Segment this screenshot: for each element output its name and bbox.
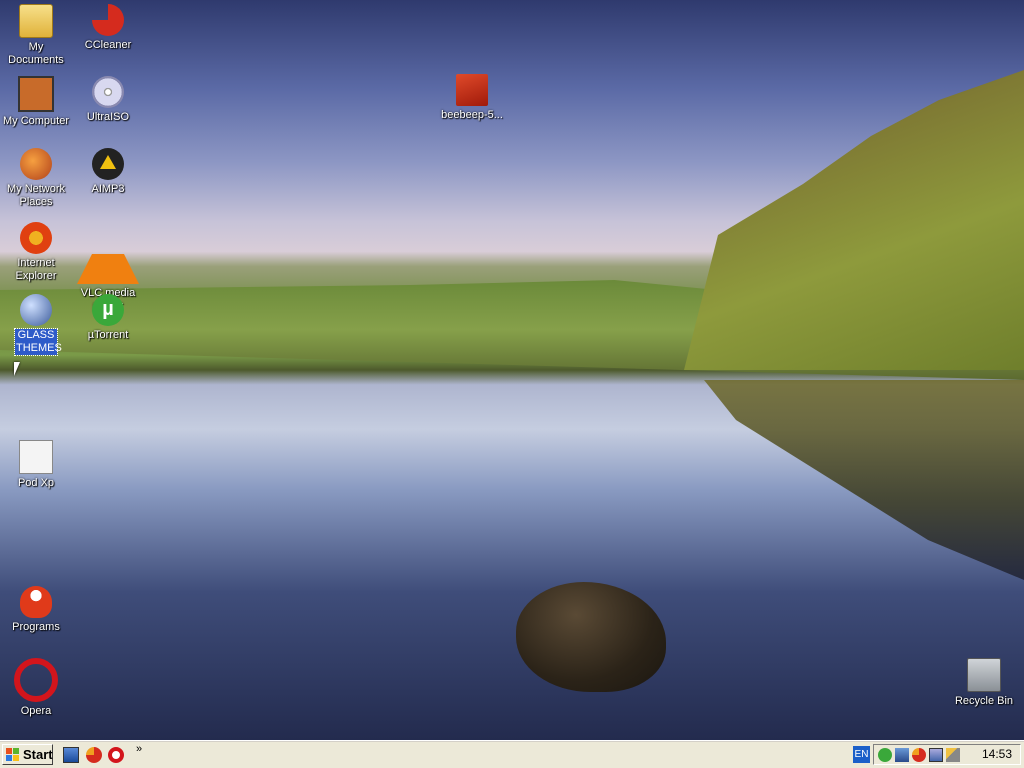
wallpaper-reflection: [704, 380, 1024, 580]
desktop-icon-aimp3[interactable]: AIMP3: [72, 148, 144, 196]
document-icon: [19, 440, 53, 474]
start-button[interactable]: Start: [2, 744, 53, 765]
desktop-icon-label: Internet Explorer: [15, 257, 57, 282]
taskbar: Start » EN 14:53: [0, 740, 1024, 768]
folder-icon: [19, 4, 53, 38]
desktop-icon-label: CCleaner: [84, 39, 132, 51]
utorrent-icon: µ: [92, 294, 124, 326]
clock[interactable]: 14:53: [982, 746, 1012, 763]
desktop-icon-pod-xp[interactable]: Pod Xp: [0, 440, 72, 490]
utorrent-tray-icon[interactable]: [878, 748, 892, 762]
system-tray: 14:53: [873, 744, 1021, 765]
wallpaper-rock: [516, 582, 666, 692]
desktop-icon-my-documents[interactable]: My Documents: [0, 4, 72, 67]
ccleaner-icon: [92, 4, 124, 36]
desktop-icon-label: Programs: [12, 621, 60, 633]
desktop[interactable]: My Documents CCleaner My Computer UltraI…: [0, 0, 1024, 740]
aimp-icon: [92, 148, 124, 180]
desktop-icon-label: AIMP3: [91, 183, 125, 195]
desktop-icon-label: GLASS THEMES: [14, 328, 62, 356]
beebeep-icon: [456, 74, 488, 106]
ccleaner-quicklaunch-icon[interactable]: [86, 747, 102, 763]
desktop-icon-beebeep[interactable]: beebeep-5...: [436, 74, 508, 122]
desktop-icon-ccleaner[interactable]: CCleaner: [72, 4, 144, 52]
quick-launch-chevron[interactable]: »: [136, 744, 146, 755]
desktop-icon-label: µTorrent: [87, 329, 129, 341]
ccleaner-tray-icon[interactable]: [912, 748, 926, 762]
opera-icon: [14, 658, 58, 702]
opera-quicklaunch-icon[interactable]: [108, 747, 124, 763]
recycle-bin-icon: [967, 658, 1001, 692]
desktop-icon-utorrent[interactable]: µ µTorrent: [72, 294, 144, 342]
programs-icon: [20, 586, 52, 618]
glass-themes-icon: [20, 294, 52, 326]
ie-icon: [20, 222, 52, 254]
desktop-icon-label: Pod Xp: [17, 477, 55, 489]
desktop-icon-my-computer[interactable]: My Computer: [0, 76, 72, 128]
desktop-icon-label: beebeep-5...: [441, 109, 503, 121]
desktop-icon-label: My Computer: [2, 115, 70, 127]
desktop-icon-ultraiso[interactable]: UltraISO: [72, 76, 144, 124]
desktop-icon-glass-themes[interactable]: GLASS THEMES: [0, 294, 72, 356]
start-button-label: Start: [23, 747, 53, 762]
desktop-icon-opera[interactable]: Opera: [0, 658, 72, 718]
language-indicator[interactable]: EN: [853, 746, 870, 763]
display-tray-icon[interactable]: [929, 748, 943, 762]
desktop-icon-programs[interactable]: Programs: [0, 586, 72, 634]
vlc-icon: [77, 222, 139, 284]
computer-icon: [18, 76, 54, 112]
desktop-icon-recycle-bin[interactable]: Recycle Bin: [948, 658, 1020, 708]
desktop-icon-internet-explorer[interactable]: Internet Explorer: [0, 222, 72, 283]
show-desktop-icon[interactable]: [63, 747, 79, 763]
windows-logo-icon: [6, 748, 20, 761]
desktop-icon-my-network-places[interactable]: My Network Places: [0, 148, 72, 209]
desktop-icon-label: My Network Places: [6, 183, 66, 208]
disc-icon: [92, 76, 124, 108]
mouse-cursor-icon: [14, 362, 20, 376]
network-icon: [20, 148, 52, 180]
tools-tray-icon[interactable]: [946, 748, 960, 762]
desktop-icon-label: Opera: [20, 705, 52, 717]
desktop-icon-label: My Documents: [8, 41, 64, 66]
desktop-icon-label: Recycle Bin: [954, 695, 1014, 707]
wallpaper-hill: [684, 70, 1024, 370]
network-tray-icon[interactable]: [895, 748, 909, 762]
desktop-icon-label: UltraISO: [86, 111, 130, 123]
